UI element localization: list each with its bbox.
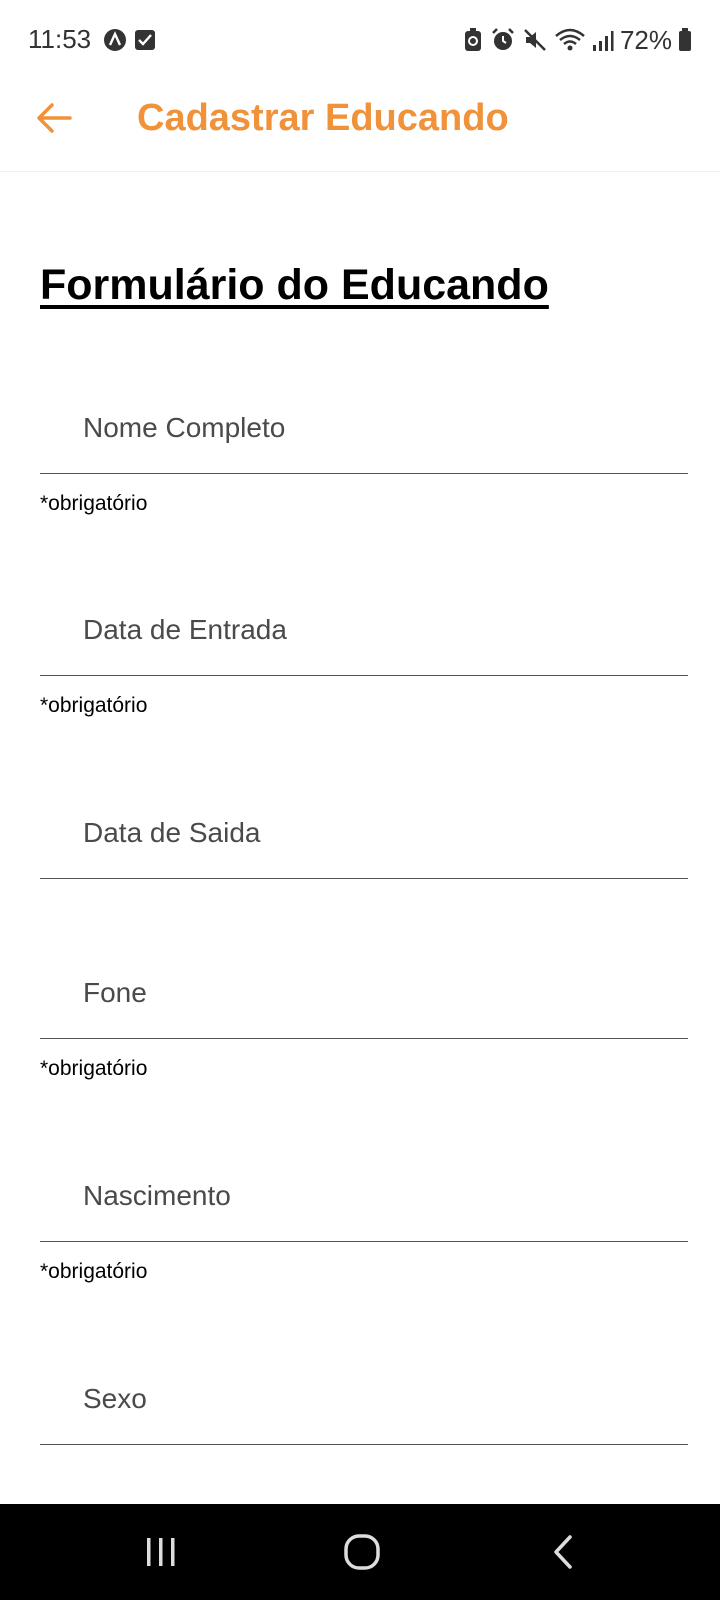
battery-icon <box>679 28 691 51</box>
required-note: *obrigatório <box>40 1057 148 1080</box>
field-placeholder: Nascimento <box>83 1180 231 1211</box>
form-heading: Formulário do Educando <box>40 261 549 309</box>
home-icon <box>344 1534 380 1570</box>
field-placeholder: Fone <box>83 977 147 1008</box>
system-nav-bar <box>0 1504 720 1600</box>
back-button[interactable] <box>30 94 78 142</box>
phone-input[interactable]: Fone <box>40 953 688 1039</box>
status-bar: 11:53 72% <box>0 0 720 80</box>
exit-date-input[interactable]: Data de Saida <box>40 793 688 879</box>
field-placeholder: Sexo <box>83 1383 147 1414</box>
required-note: *obrigatório <box>40 694 148 717</box>
status-time: 11:53 <box>28 24 92 54</box>
alarm-icon <box>492 28 514 50</box>
field-placeholder: Nome Completo <box>83 412 286 443</box>
full-name-input[interactable]: Nome Completo <box>40 388 688 474</box>
back-icon <box>554 1535 572 1569</box>
entry-date-input[interactable]: Data de Entrada <box>40 590 688 676</box>
checkbox-icon <box>135 30 155 50</box>
battery-saver-icon <box>464 28 481 51</box>
page-title: Cadastrar Educando <box>137 97 509 139</box>
field-placeholder: Data de Entrada <box>83 614 287 645</box>
recent-apps-icon <box>147 1538 175 1566</box>
home-button[interactable] <box>334 1526 390 1578</box>
battery-percent: 72% <box>619 24 672 55</box>
status-icons: 72% <box>462 24 692 56</box>
wifi-icon <box>555 28 585 51</box>
sex-input[interactable]: Sexo <box>40 1359 688 1445</box>
arrow-back-icon <box>37 103 72 133</box>
mute-icon <box>524 29 546 51</box>
required-note: *obrigatório <box>40 1260 148 1283</box>
a-app-icon <box>104 29 126 51</box>
app-bar: Cadastrar Educando <box>0 80 720 172</box>
recent-apps-button[interactable] <box>133 1526 189 1578</box>
field-placeholder: Data de Saida <box>83 817 261 848</box>
signal-icon <box>592 31 614 51</box>
nav-back-button[interactable] <box>536 1526 592 1578</box>
required-note: *obrigatório <box>40 492 148 515</box>
birth-date-input[interactable]: Nascimento <box>40 1156 688 1242</box>
